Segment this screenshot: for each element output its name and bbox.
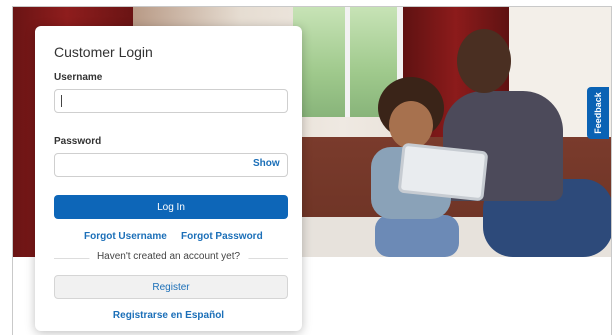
register-button[interactable]: Register [54,275,288,299]
feedback-label: Feedback [593,92,603,134]
login-button[interactable]: Log In [54,195,288,219]
forgot-links: Forgot Username Forgot Password [54,231,288,245]
feedback-tab[interactable]: Feedback [587,87,609,139]
username-input[interactable] [54,89,288,113]
password-label: Password [54,136,102,147]
show-password-toggle[interactable]: Show [253,158,280,169]
username-label: Username [54,72,103,83]
no-account-text: Haven't created an account yet? [88,251,249,262]
adult-figure [443,29,611,257]
forgot-username-link[interactable]: Forgot Username [84,231,167,242]
tablet [397,142,489,202]
login-title: Customer Login [54,44,153,60]
spanish-register-link[interactable]: Registrarse en Español [35,310,302,321]
login-card: Customer Login Username Password Show Lo… [35,26,302,331]
text-caret [61,95,62,107]
forgot-password-link[interactable]: Forgot Password [181,231,263,242]
